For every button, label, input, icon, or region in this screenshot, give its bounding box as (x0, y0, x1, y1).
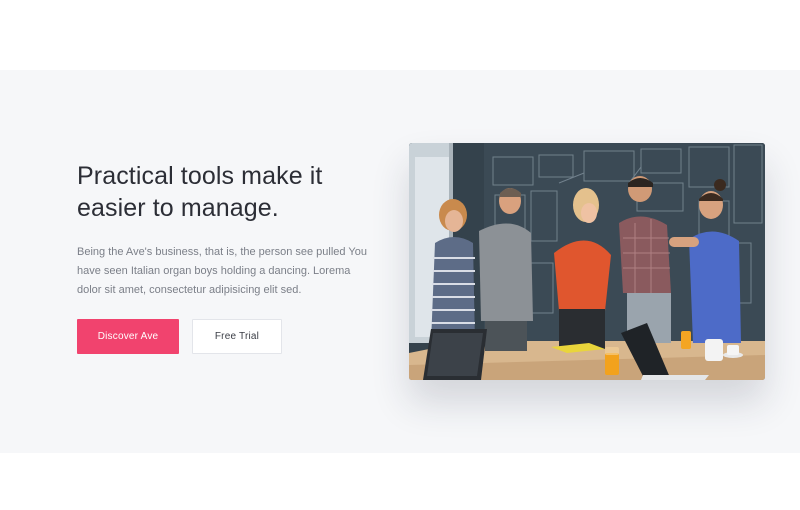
hero-headline: Practical tools make it easier to manage… (77, 162, 323, 222)
discover-ave-button[interactable]: Discover Ave (77, 319, 179, 354)
hero-description: Being the Ave's business, that is, the p… (77, 246, 367, 296)
top-header-area (0, 0, 800, 70)
hero-photo (409, 143, 765, 380)
free-trial-button[interactable]: Free Trial (192, 319, 282, 354)
